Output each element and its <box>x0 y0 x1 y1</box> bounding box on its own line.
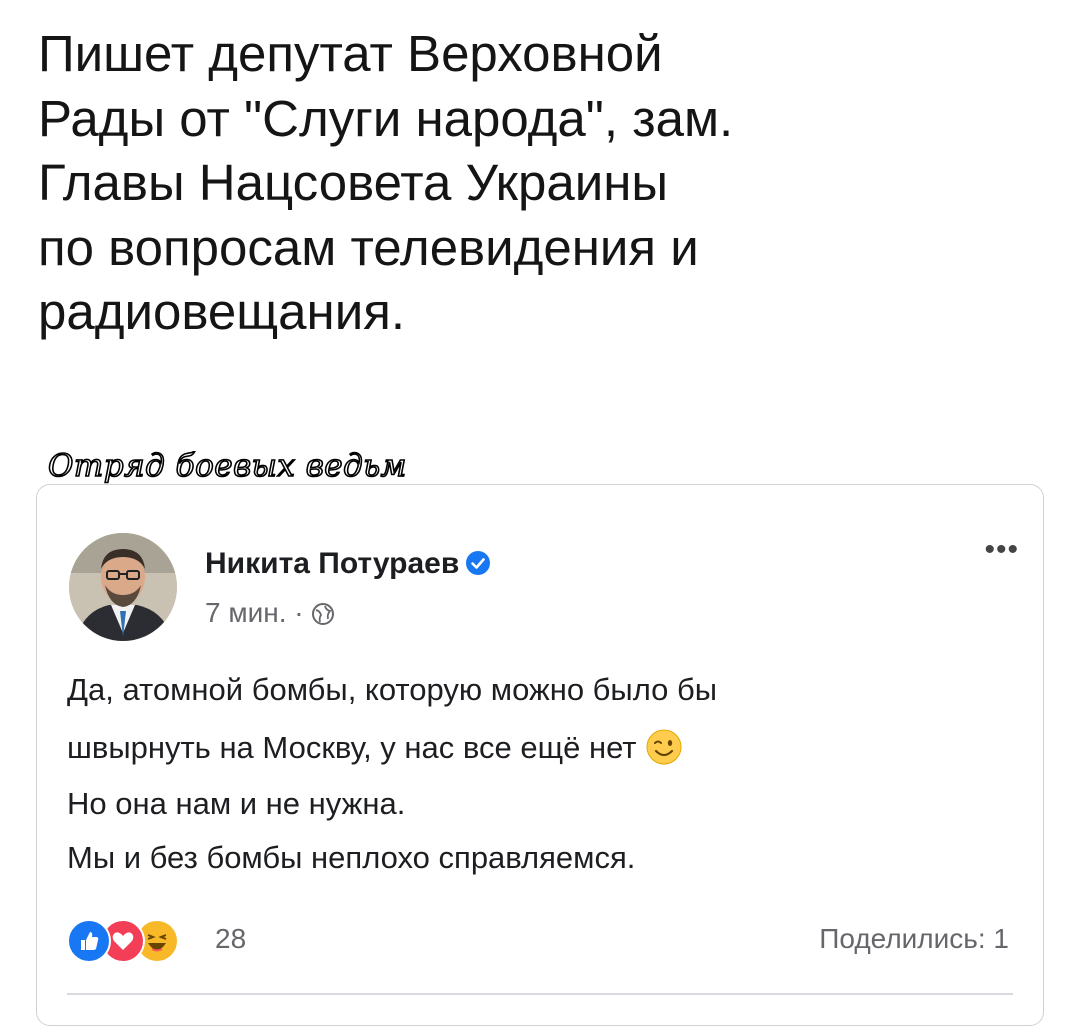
post-meta: 7 мин. · <box>205 597 335 629</box>
post-time[interactable]: 7 мин. <box>205 597 286 628</box>
avatar[interactable] <box>69 533 177 641</box>
divider <box>67 993 1013 995</box>
more-options-button[interactable]: ••• <box>984 533 1019 567</box>
facebook-post-card: Никита Потураев 7 мин. · ••• Да, атомной… <box>36 484 1044 1026</box>
post-line: Но она нам и не нужна. <box>67 786 406 821</box>
watermark-text: Отряд боевых ведьм <box>47 447 407 485</box>
avatar-portrait <box>69 533 177 641</box>
verified-badge-icon <box>465 550 491 576</box>
meta-separator: · <box>294 597 304 628</box>
post-line-with-emoji: швырнуть на Москву, у нас все ещё нет <box>67 719 1027 777</box>
post-line: Да, атомной бомбы, которую можно было бы <box>67 672 718 707</box>
post-line: швырнуть на Москву, у нас все ещё нет <box>67 730 637 765</box>
like-icon <box>67 919 111 963</box>
wink-emoji-icon <box>645 727 683 765</box>
post-body: Да, атомной бомбы, которую можно было бы… <box>67 661 1027 885</box>
shares-count[interactable]: Поделились: 1 <box>819 923 1009 955</box>
post-author[interactable]: Никита Потураев <box>205 547 491 581</box>
post-line: Мы и без бомбы неплохо справляемся. <box>67 840 636 875</box>
author-name[interactable]: Никита Потураев <box>205 547 459 580</box>
reaction-count[interactable]: 28 <box>215 923 246 955</box>
globe-icon[interactable] <box>311 601 335 625</box>
post-caption: Пишет депутат Верховной Рады от "Слуги н… <box>38 25 734 340</box>
